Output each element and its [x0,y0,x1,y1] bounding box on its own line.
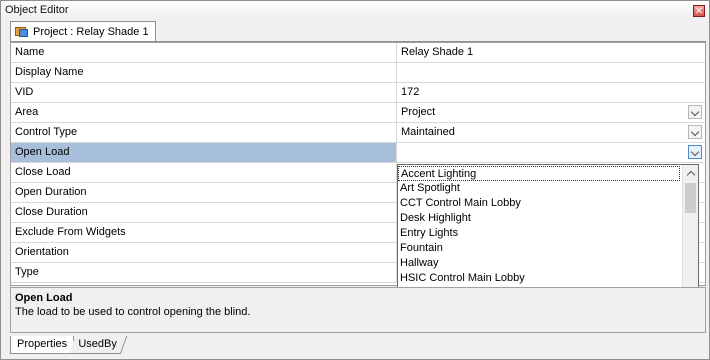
dropdown-scrollbar[interactable] [682,165,698,299]
property-value[interactable]: Relay Shade 1 [397,43,705,62]
tab-usedby-label: UsedBy [78,338,117,350]
property-row[interactable]: Area Project [11,103,705,123]
dropdown-button[interactable] [688,145,702,159]
scroll-thumb[interactable] [685,183,696,213]
document-tab[interactable]: Project : Relay Shade 1 [10,21,156,41]
chevron-up-icon [686,170,696,180]
description-panel: Open Load The load to be used to control… [10,287,706,333]
dropdown-option[interactable]: Entry Lights [398,226,680,241]
dropdown-button[interactable] [688,105,702,119]
project-object-icon [15,26,28,37]
property-row[interactable]: VID 172 [11,83,705,103]
document-tab-label: Project : Relay Shade 1 [33,25,149,38]
chevron-down-icon [690,147,700,157]
property-value[interactable]: Maintained [397,123,705,142]
window-title: Object Editor [5,4,69,16]
property-label: Exclude From Widgets [11,223,397,242]
property-label: Name [11,43,397,62]
tab-properties[interactable]: Properties [10,336,75,354]
dropdown-option[interactable]: Fountain [398,241,680,256]
property-value[interactable] [397,143,705,162]
property-value[interactable] [397,63,705,82]
property-label: Control Type [11,123,397,142]
object-editor-window: Object Editor ✕ Project : Relay Shade 1 … [0,0,710,360]
property-label: Close Duration [11,203,397,222]
dropdown-button[interactable] [688,125,702,139]
property-row[interactable]: Name Relay Shade 1 [11,43,705,63]
dropdown-option[interactable]: HSIC Control Main Lobby [398,271,680,286]
property-label: Open Load [11,143,397,162]
description-text: The load to be used to control opening t… [15,306,251,318]
property-label: Display Name [11,63,397,82]
description-title: Open Load [15,292,73,304]
property-row[interactable]: Open Load [11,143,705,163]
property-label: Close Load [11,163,397,182]
tab-usedby[interactable]: UsedBy [68,336,127,354]
property-label: Type [11,263,397,282]
dropdown-option[interactable]: Accent Lighting [398,166,680,181]
property-label: Area [11,103,397,122]
chevron-down-icon [690,127,700,137]
dropdown-option[interactable]: Art Spotlight [398,181,680,196]
dropdown-option[interactable]: Hallway [398,256,680,271]
dropdown-option[interactable]: Desk Highlight [398,211,680,226]
chevron-down-icon [690,107,700,117]
property-row[interactable]: Control Type Maintained [11,123,705,143]
property-row[interactable]: Display Name [11,63,705,83]
scroll-up-button[interactable] [683,167,698,181]
property-label: Open Duration [11,183,397,202]
property-value[interactable]: Project [397,103,705,122]
open-load-dropdown-list[interactable]: Accent Lighting Art Spotlight CCT Control … [397,164,699,300]
property-value[interactable]: 172 [397,83,705,102]
property-label: VID [11,83,397,102]
property-label: Orientation [11,243,397,262]
close-button[interactable]: ✕ [693,5,705,17]
dropdown-option[interactable]: CCT Control Main Lobby [398,196,680,211]
title-bar: Object Editor ✕ [1,1,709,19]
